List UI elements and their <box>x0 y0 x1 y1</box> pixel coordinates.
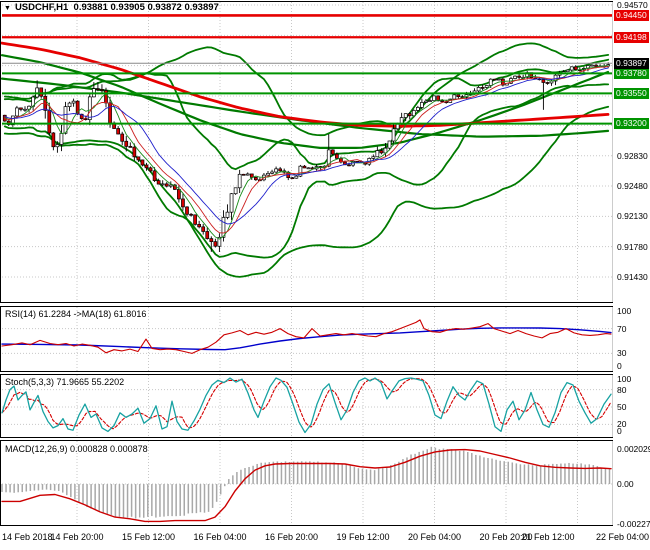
time-label: 14 Feb 2018 <box>2 532 53 542</box>
main-chart-panel[interactable] <box>0 0 614 304</box>
macd-signal-line <box>1 448 612 523</box>
rsi-tick: 100 <box>617 306 632 316</box>
stoch-tick: 0 <box>617 426 622 436</box>
support-price-label: 0.93780 <box>614 67 649 79</box>
time-label: 21 Feb 12:00 <box>521 532 575 542</box>
time-label: 22 Feb 04:00 <box>595 532 649 542</box>
time-label: 20 Feb 04:00 <box>407 532 462 542</box>
chart-window: ▼ USDCHF,H1 0.93881 0.93905 0.93872 0.938… <box>0 0 650 550</box>
price-tick: 0.91430 <box>617 272 648 282</box>
chart-ohlc-values: 0.93881 0.93905 0.93872 0.93897 <box>73 2 219 13</box>
price-tick: 0.92130 <box>617 211 648 222</box>
price-tick: 0.94570 <box>617 0 648 10</box>
support-price-label: 0.93200 <box>614 118 649 130</box>
panel-border <box>0 1 614 303</box>
current-price-label: 0.93897 <box>614 57 649 69</box>
macd-histogram <box>1 446 611 519</box>
support-price-label: 0.93550 <box>614 87 649 99</box>
macd-tick: 0.002029 <box>617 443 650 454</box>
candles-layer <box>2 62 611 252</box>
bollinger-lower <box>3 83 610 259</box>
rsi-tick: 0 <box>617 361 622 371</box>
time-label: 19 Feb 12:00 <box>336 532 390 542</box>
time-axis: 14 Feb 2018 14 Feb 20:00 15 Feb 12:00 16 Fe… <box>0 527 650 550</box>
stoch-label: Stoch(5,3,3) 71.9665 55.2202 <box>5 377 125 387</box>
grid-vertical <box>76 307 578 371</box>
stoch-tick: 80 <box>617 384 627 395</box>
price-tick: 0.92480 <box>617 181 648 192</box>
chart-symbol-period: USDCHF,H1 <box>14 2 69 13</box>
stoch-tick: 100 <box>617 374 632 384</box>
macd-label: MACD(12,26,9) 0.000828 0.000878 <box>5 444 148 454</box>
rsi-label: RSI(14) 61.2284 ->MA(18) 61.8016 <box>5 309 147 319</box>
rsi-tick: 70 <box>617 323 627 334</box>
chart-title: ▼ USDCHF,H1 0.93881 0.93905 0.93872 0.938… <box>4 2 219 13</box>
time-label: 16 Feb 04:00 <box>193 532 247 542</box>
time-label: 14 Feb 20:00 <box>50 532 104 542</box>
resistance-price-label: 0.94450 <box>614 9 649 21</box>
green-slow-ma-1 <box>0 54 610 149</box>
time-label: 16 Feb 20:00 <box>264 532 319 542</box>
price-axis: 0.94570 0.92830 0.92480 0.92130 0.91780 0.914… <box>613 0 650 529</box>
price-tick: 0.92830 <box>617 150 648 161</box>
time-label: 15 Feb 12:00 <box>121 532 176 542</box>
price-tick: 0.91780 <box>617 241 648 252</box>
macd-tick: 0.00 <box>617 479 634 490</box>
symbol-dropdown-icon[interactable]: ▼ <box>4 5 11 12</box>
stoch-tick: 50 <box>617 402 627 412</box>
rsi-line <box>1 319 612 354</box>
resistance-price-label: 0.94198 <box>614 31 649 43</box>
rsi-tick: 30 <box>617 348 627 359</box>
